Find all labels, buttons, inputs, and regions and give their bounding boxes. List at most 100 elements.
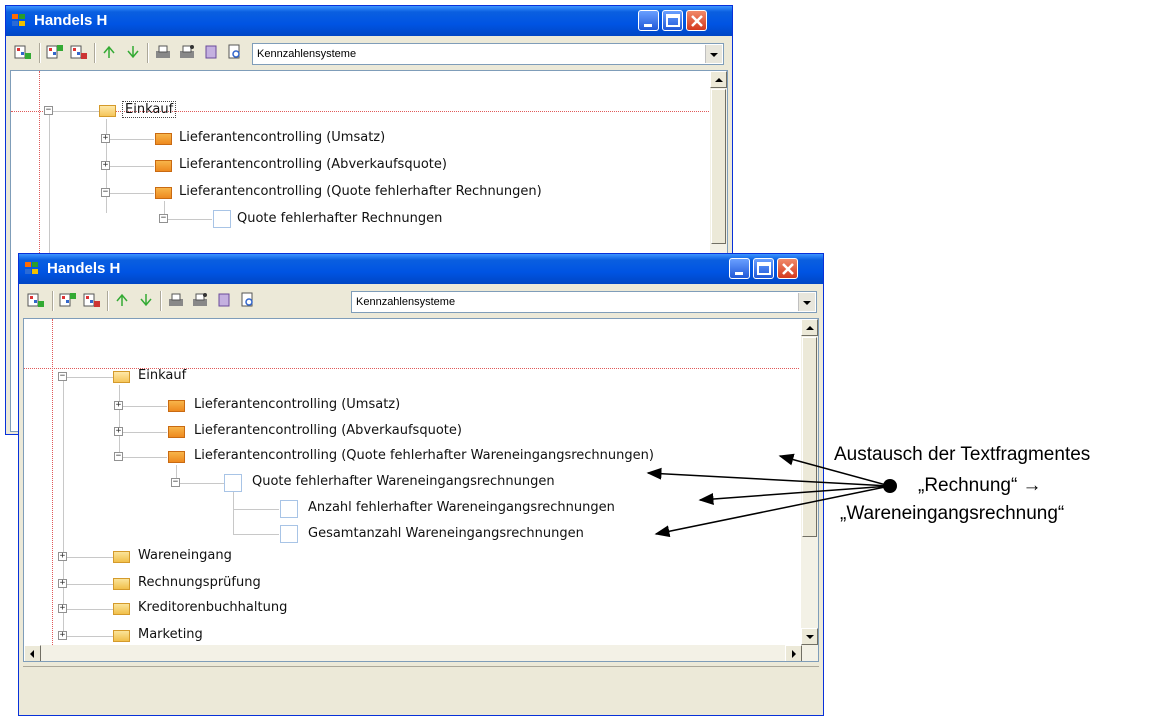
print-setup-icon[interactable]: [191, 292, 209, 308]
folder-icon: [168, 400, 185, 412]
collapse-toggle[interactable]: −: [159, 214, 168, 223]
tree-line: [63, 636, 113, 637]
scroll-right-button[interactable]: [785, 645, 802, 661]
tree-node-label[interactable]: Rechnungsprüfung: [138, 575, 261, 590]
folder-icon: [168, 451, 185, 463]
scroll-up-button[interactable]: [801, 319, 818, 336]
view-select-value: Kennzahlensysteme: [356, 296, 456, 308]
maximize-button[interactable]: [753, 258, 774, 279]
tree-node-label[interactable]: Anzahl fehlerhafter Wareneingangsrechnun…: [308, 500, 615, 515]
tree-node-label[interactable]: Marketing: [138, 627, 203, 642]
tree-node-label[interactable]: Kreditorenbuchhaltung: [138, 600, 287, 615]
expand-toggle[interactable]: +: [101, 134, 110, 143]
scroll-up-button[interactable]: [710, 71, 727, 88]
scroll-thumb[interactable]: [711, 89, 726, 244]
tree-node-label[interactable]: Lieferantencontrolling (Abverkaufsquote): [194, 423, 462, 438]
scroll-down-button[interactable]: [801, 628, 818, 645]
window-title: Handels H: [34, 12, 108, 29]
tree-line: [63, 377, 113, 378]
move-down-icon[interactable]: [137, 292, 155, 308]
view-select[interactable]: Kennzahlensysteme: [252, 43, 724, 65]
tree-line: [106, 139, 154, 140]
tree-node-label[interactable]: Lieferantencontrolling (Quote fehlerhaft…: [194, 448, 654, 463]
scroll-left-button[interactable]: [24, 645, 41, 661]
move-up-icon[interactable]: [113, 292, 131, 308]
annotation-origin-dot: [883, 479, 897, 493]
folder-icon: [155, 133, 172, 145]
collapse-toggle[interactable]: −: [114, 452, 123, 461]
tree-node-label[interactable]: Wareneingang: [138, 548, 232, 563]
collapse-toggle[interactable]: −: [171, 478, 180, 487]
tree-node-label[interactable]: Lieferantencontrolling (Umsatz): [194, 397, 400, 412]
tree-node-label[interactable]: Einkauf: [122, 101, 177, 118]
add-child-icon[interactable]: [59, 292, 77, 308]
tree-node-label[interactable]: Quote fehlerhafter Wareneingangsrechnung…: [252, 474, 555, 489]
folder-icon: [113, 578, 130, 590]
print-icon[interactable]: [167, 292, 185, 308]
close-button[interactable]: [777, 258, 798, 279]
expand-toggle[interactable]: +: [58, 552, 67, 561]
book-icon[interactable]: [215, 292, 233, 308]
print-preview-icon[interactable]: [239, 292, 257, 308]
view-select[interactable]: Kennzahlensysteme: [351, 291, 817, 313]
tree-line: [63, 377, 64, 637]
collapse-toggle[interactable]: −: [58, 372, 67, 381]
tree-node-label[interactable]: Einkauf: [138, 368, 186, 383]
maximize-button[interactable]: [662, 10, 683, 31]
book-icon[interactable]: [202, 44, 220, 60]
title-bar[interactable]: Handels H: [6, 6, 732, 36]
print-preview-icon[interactable]: [226, 44, 244, 60]
tree-node-label[interactable]: Quote fehlerhafter Rechnungen: [237, 211, 442, 226]
move-down-icon[interactable]: [124, 44, 142, 60]
tree-view[interactable]: − Einkauf + Lieferantencontrolling (Umsa…: [23, 318, 819, 662]
expand-toggle[interactable]: +: [114, 427, 123, 436]
scroll-thumb[interactable]: [802, 337, 817, 537]
expand-toggle[interactable]: +: [58, 579, 67, 588]
tree-node-label[interactable]: Lieferantencontrolling (Abverkaufsquote): [179, 157, 447, 172]
tree-line: [63, 557, 113, 558]
horizontal-scrollbar[interactable]: [24, 645, 818, 661]
delete-node-icon[interactable]: [83, 292, 101, 308]
window-front: Handels H Kennzahlensysteme − Einkauf + …: [18, 253, 824, 716]
collapse-toggle[interactable]: −: [44, 106, 53, 115]
delete-node-icon[interactable]: [70, 44, 88, 60]
expand-toggle[interactable]: +: [58, 631, 67, 640]
expand-toggle[interactable]: +: [58, 604, 67, 613]
document-icon: [213, 210, 231, 228]
tree-node-label[interactable]: Lieferantencontrolling (Umsatz): [179, 130, 385, 145]
expand-toggle[interactable]: +: [114, 401, 123, 410]
print-setup-icon[interactable]: [178, 44, 196, 60]
document-icon: [280, 525, 298, 543]
chevron-down-icon[interactable]: [705, 45, 722, 63]
add-child-icon[interactable]: [46, 44, 64, 60]
collapse-toggle[interactable]: −: [101, 188, 110, 197]
vertical-scrollbar[interactable]: [801, 319, 818, 645]
annotation-line-3: „Wareneingangsrechnung“: [840, 503, 1065, 524]
tree-line: [119, 432, 167, 433]
tree-line: [233, 509, 279, 510]
tree-line: [106, 193, 154, 194]
toolbar-separator: [94, 43, 96, 63]
folder-icon: [113, 630, 130, 642]
new-node-icon[interactable]: [14, 44, 32, 60]
tree-node-label[interactable]: Lieferantencontrolling (Quote fehlerhaft…: [179, 184, 542, 199]
tree-line: [233, 492, 234, 534]
toolbar: Kennzahlensysteme: [19, 284, 823, 317]
status-bar: [23, 666, 819, 711]
new-node-icon[interactable]: [27, 292, 45, 308]
print-icon[interactable]: [154, 44, 172, 60]
document-icon: [280, 500, 298, 518]
app-icon: [12, 14, 26, 27]
move-up-icon[interactable]: [100, 44, 118, 60]
minimize-button[interactable]: [729, 258, 750, 279]
title-bar[interactable]: Handels H: [19, 254, 823, 284]
app-icon: [25, 262, 39, 275]
tree-node-label[interactable]: Gesamtanzahl Wareneingangsrechnungen: [308, 526, 584, 541]
toolbar-separator: [160, 291, 162, 311]
close-button[interactable]: [686, 10, 707, 31]
chevron-down-icon[interactable]: [798, 293, 815, 311]
expand-toggle[interactable]: +: [101, 161, 110, 170]
view-select-value: Kennzahlensysteme: [257, 48, 357, 60]
document-icon: [224, 474, 242, 492]
minimize-button[interactable]: [638, 10, 659, 31]
